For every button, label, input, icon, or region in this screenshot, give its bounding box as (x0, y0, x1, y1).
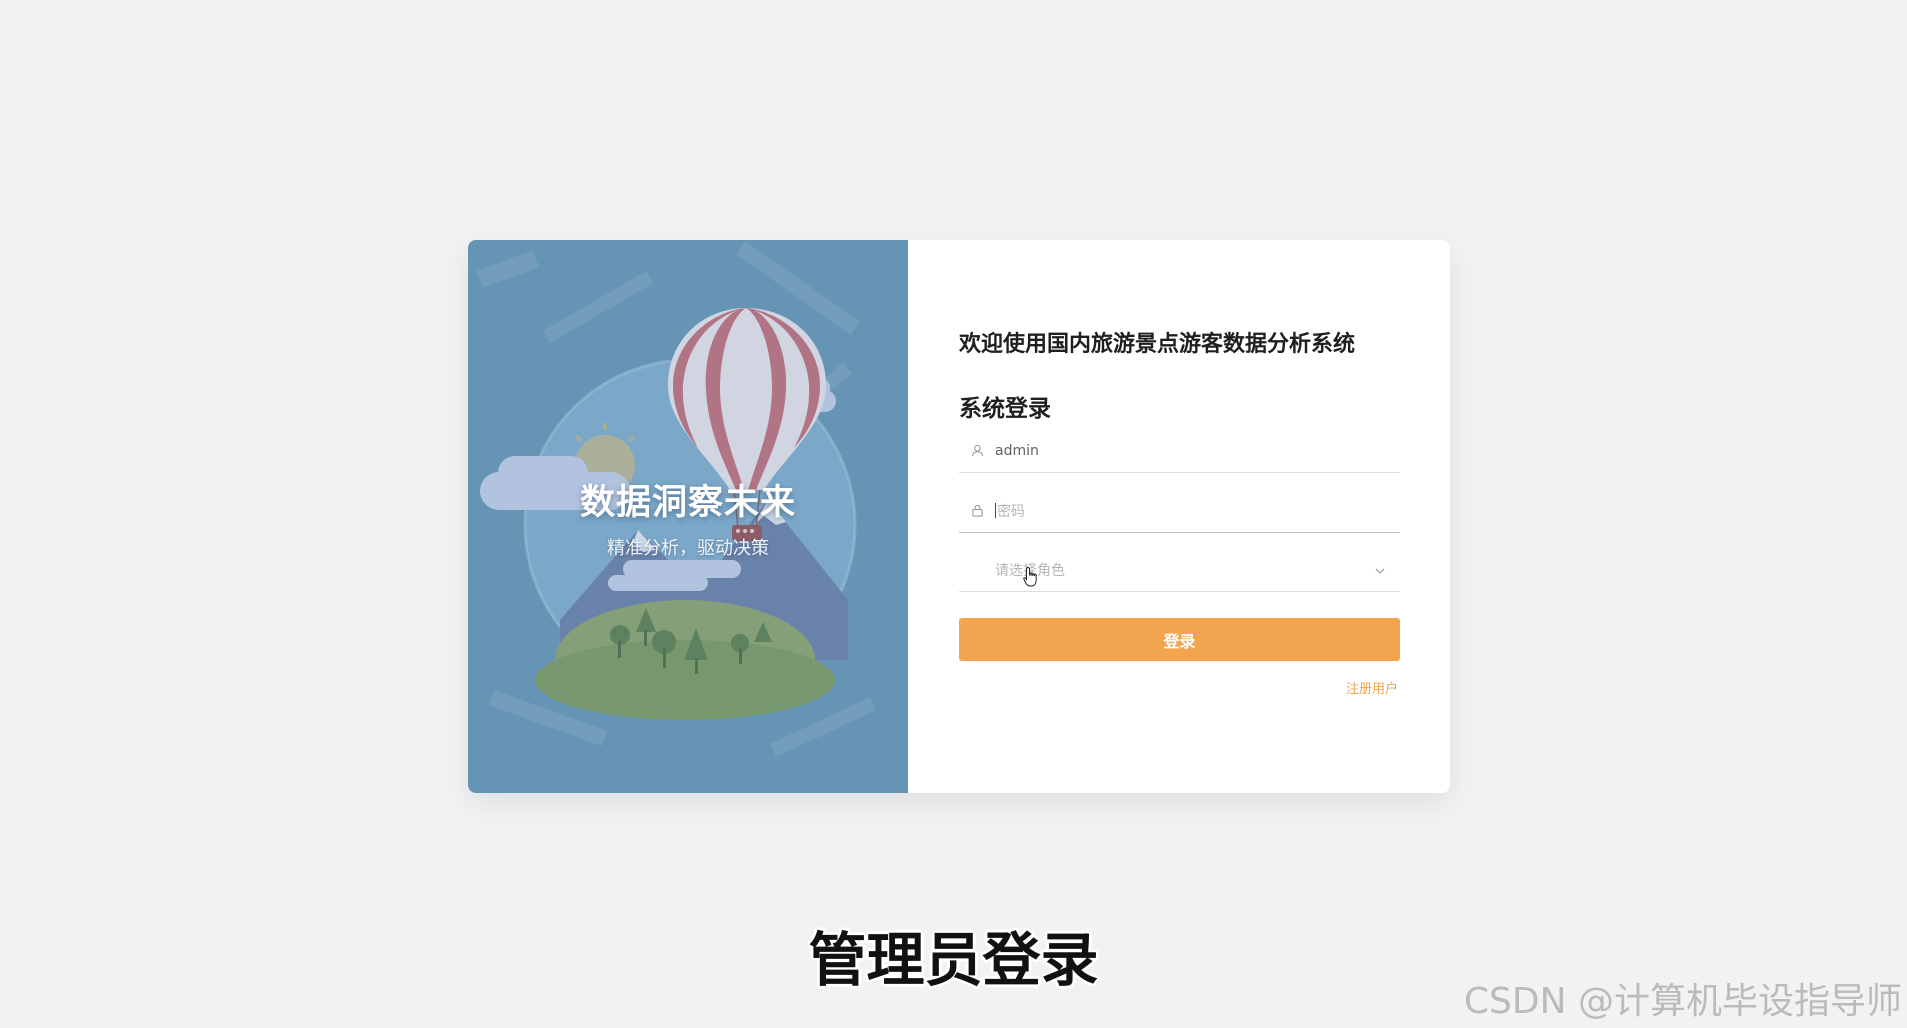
password-field[interactable]: 密码 (959, 489, 1400, 533)
watermark: CSDN @计算机毕设指导师 (1463, 981, 1902, 1022)
chevron-down-icon[interactable] (1374, 562, 1386, 581)
login-form-panel: 欢迎使用国内旅游景点游客数据分析系统 系统登录 admin 密码 请选 (908, 240, 1450, 793)
login-title: 系统登录 (959, 396, 1051, 422)
password-placeholder: 密码 (997, 503, 1025, 520)
illustration-panel: 数据洞察未来 精准分析，驱动决策 (468, 240, 908, 793)
login-button[interactable]: 登录 (959, 618, 1400, 661)
username-value: admin (995, 442, 1039, 459)
text-caret (995, 503, 996, 518)
illustration-headline: 数据洞察未来 (579, 483, 796, 523)
welcome-title: 欢迎使用国内旅游景点游客数据分析系统 (959, 332, 1356, 357)
user-icon (969, 443, 985, 459)
username-field[interactable]: admin (959, 429, 1400, 473)
illustration-subheadline: 精准分析，驱动决策 (607, 538, 769, 559)
login-card: 数据洞察未来 精准分析，驱动决策 欢迎使用国内旅游景点游客数据分析系统 系统登录… (468, 240, 1450, 793)
lock-icon (969, 503, 985, 519)
hand-cursor-icon (1022, 566, 1040, 592)
register-link[interactable]: 注册用户 (1346, 678, 1398, 697)
